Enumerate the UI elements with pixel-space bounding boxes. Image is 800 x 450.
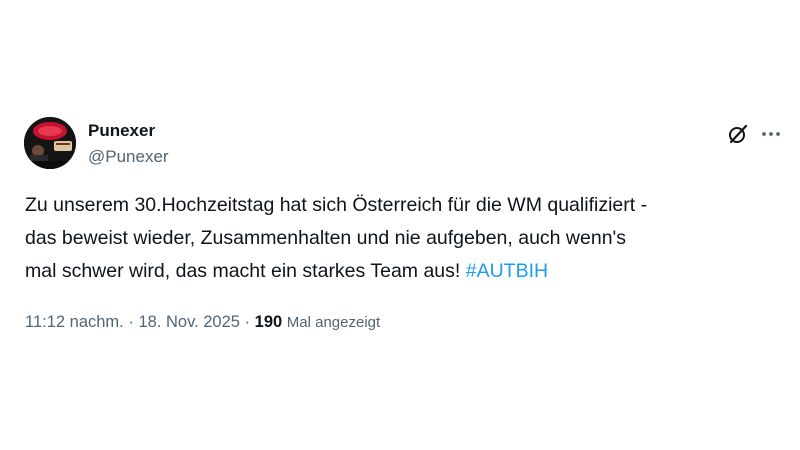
grok-button[interactable] [723, 119, 753, 149]
tweet-text-line-last: mal schwer wird, das macht ein starkes T… [25, 255, 785, 288]
avatar-image [24, 117, 76, 169]
avatar[interactable] [24, 117, 76, 169]
meta-separator: · [128, 313, 134, 331]
more-horizontal-icon [762, 132, 780, 136]
tweet-date-link[interactable]: 18. Nov. 2025 [138, 313, 240, 331]
meta-separator: · [244, 313, 251, 331]
tweet-text-line: das beweist wieder, Zusammenhalten und n… [25, 227, 627, 249]
views-label: Mal angezeigt [286, 314, 381, 331]
user-handle[interactable]: @Punexer [88, 147, 169, 167]
tweet-metadata: 11:12 nachm. · 18. Nov. 2025 · 190 Mal a… [25, 313, 380, 332]
views-count: 190 [254, 313, 283, 331]
grok-slash-circle-icon [729, 124, 748, 144]
tweet-text: Zu unserem 30.Hochzeitstag hat sich Öste… [25, 189, 785, 288]
tweet-time-link[interactable]: 11:12 nachm. [25, 313, 124, 331]
more-options-button[interactable] [756, 119, 786, 149]
tweet-text-line: Zu unserem 30.Hochzeitstag hat sich Öste… [25, 194, 648, 216]
hashtag-link[interactable]: #AUTBIH [466, 260, 548, 282]
tweet-text-line: mal schwer wird, das macht ein starkes T… [25, 260, 466, 282]
display-name[interactable]: Punexer [88, 121, 155, 141]
